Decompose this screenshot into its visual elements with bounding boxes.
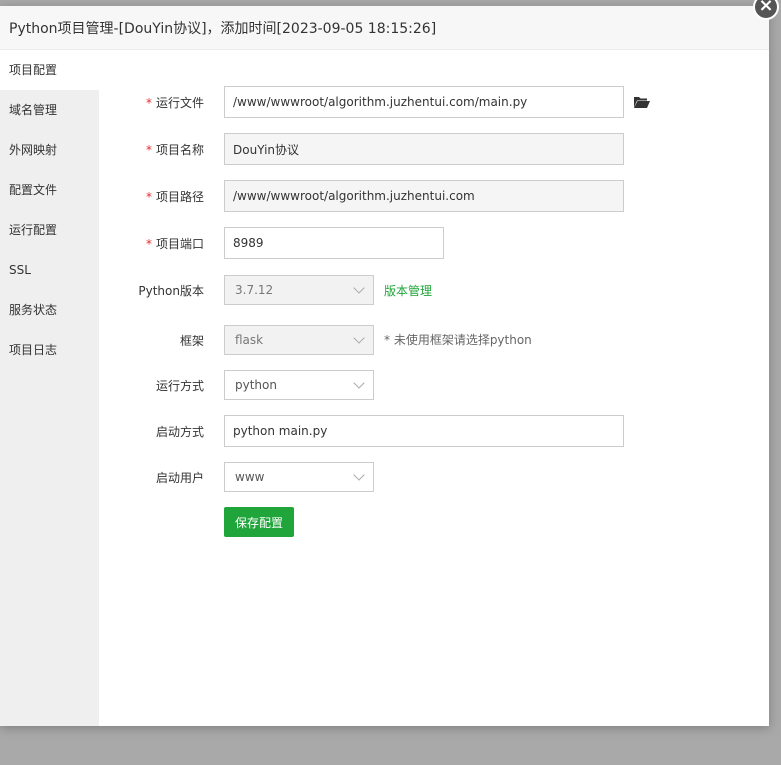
project-name-row: * 项目名称 DouYin协议: [99, 133, 769, 165]
run-user-row: 启动用户 www: [99, 462, 769, 492]
start-cmd-input[interactable]: python main.py: [224, 415, 624, 447]
sidebar-item-label: SSL: [9, 263, 31, 277]
chevron-down-icon: [353, 282, 365, 294]
form-content: * 运行文件 /www/wwwroot/algorithm.juzhentui.c…: [99, 50, 769, 726]
sidebar-item-ssl[interactable]: SSL: [0, 250, 99, 290]
run-mode-select[interactable]: python: [224, 370, 374, 400]
run-file-input[interactable]: /www/wwwroot/algorithm.juzhentui.com/mai…: [224, 86, 624, 118]
sidebar-item-config-file[interactable]: 配置文件: [0, 170, 99, 210]
sidebar-item-project-log[interactable]: 项目日志: [0, 330, 99, 370]
start-cmd-row: 启动方式 python main.py: [99, 415, 769, 447]
framework-label: 框架: [179, 333, 204, 348]
project-path-input[interactable]: /www/wwwroot/algorithm.juzhentui.com: [224, 180, 624, 212]
sidebar-item-external-mapping[interactable]: 外网映射: [0, 130, 99, 170]
python-version-select[interactable]: 3.7.12: [224, 275, 374, 305]
project-path-label: * 项目路径: [99, 188, 204, 205]
run-file-label: * 运行文件: [99, 94, 204, 111]
project-name-value: DouYin协议: [233, 142, 300, 157]
version-manage-link[interactable]: 版本管理: [384, 282, 432, 299]
framework-row: 框架 flask * 未使用框架请选择python: [99, 325, 769, 355]
dialog-title: Python项目管理-[DouYin协议]，添加时间[2023-09-05 18…: [9, 20, 437, 37]
sidebar-item-label: 外网映射: [9, 143, 58, 157]
required-mark: *: [145, 142, 152, 157]
chevron-down-icon: [353, 469, 365, 481]
run-mode-row: 运行方式 python: [99, 370, 769, 400]
project-name-label-text: 项目名称: [155, 142, 204, 157]
project-path-row: * 项目路径 /www/wwwroot/algorithm.juzhentui.c…: [99, 180, 769, 212]
run-file-label-text: 运行文件: [155, 95, 204, 110]
framework-select[interactable]: flask: [224, 325, 374, 355]
project-dialog: Python项目管理-[DouYin协议]，添加时间[2023-09-05 18…: [0, 6, 769, 726]
project-name-label: * 项目名称: [99, 141, 204, 158]
project-path-value: /www/wwwroot/algorithm.juzhentui.com: [233, 189, 475, 203]
project-name-input[interactable]: DouYin协议: [224, 133, 624, 165]
sidebar-item-label: 运行配置: [9, 223, 58, 237]
required-mark: *: [145, 189, 152, 204]
sidebar-item-service-status[interactable]: 服务状态: [0, 290, 99, 330]
close-button[interactable]: ×: [753, 0, 781, 20]
run-mode-label: 运行方式: [155, 378, 204, 393]
sidebar: 项目配置 域名管理 外网映射 配置文件 运行配置 SSL 服务状态 项目日志: [0, 50, 99, 726]
sidebar-item-run-config[interactable]: 运行配置: [0, 210, 99, 250]
required-mark: *: [145, 95, 152, 110]
run-mode-value: python: [235, 378, 277, 392]
project-port-input[interactable]: 8989: [224, 227, 444, 259]
run-file-row: * 运行文件 /www/wwwroot/algorithm.juzhentui.c…: [99, 86, 769, 118]
run-file-value: /www/wwwroot/algorithm.juzhentui.com/mai…: [233, 95, 528, 109]
framework-value: flask: [235, 333, 264, 347]
run-user-select[interactable]: www: [224, 462, 374, 492]
python-version-label: Python版本: [138, 283, 204, 298]
sidebar-item-label: 域名管理: [9, 103, 58, 117]
run-user-label: 启动用户: [155, 470, 204, 485]
project-port-label: * 项目端口: [99, 235, 204, 252]
sidebar-item-label: 项目配置: [9, 63, 58, 77]
sidebar-item-domain[interactable]: 域名管理: [0, 90, 99, 130]
sidebar-item-label: 项目日志: [9, 343, 58, 357]
python-version-row: Python版本 3.7.12 版本管理: [99, 275, 769, 305]
chevron-down-icon: [353, 377, 365, 389]
start-cmd-label: 启动方式: [155, 424, 204, 439]
framework-hint: * 未使用框架请选择python: [384, 333, 532, 347]
save-config-button[interactable]: 保存配置: [224, 507, 295, 537]
sidebar-item-label: 配置文件: [9, 183, 58, 197]
project-port-row: * 项目端口 8989: [99, 227, 769, 259]
run-user-value: www: [235, 470, 265, 484]
project-path-label-text: 项目路径: [155, 189, 204, 204]
close-icon: ×: [753, 0, 779, 20]
chevron-down-icon: [353, 332, 365, 344]
dialog-header: Python项目管理-[DouYin协议]，添加时间[2023-09-05 18…: [0, 6, 769, 50]
start-cmd-value: python main.py: [233, 424, 328, 438]
required-mark: *: [145, 236, 152, 251]
python-version-value: 3.7.12: [235, 283, 274, 297]
project-port-value: 8989: [233, 236, 264, 250]
sidebar-item-label: 服务状态: [9, 303, 58, 317]
folder-open-icon[interactable]: [634, 96, 650, 108]
project-port-label-text: 项目端口: [155, 236, 204, 251]
sidebar-item-project-config[interactable]: 项目配置: [0, 50, 99, 90]
